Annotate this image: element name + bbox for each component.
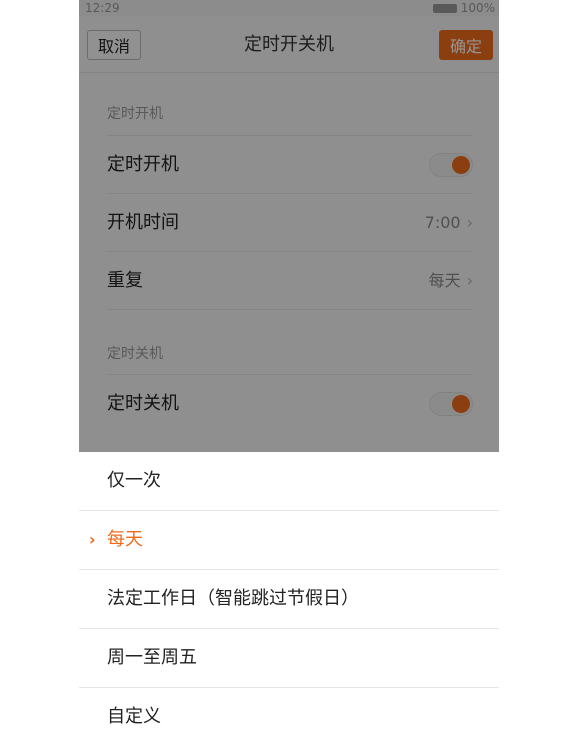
repeat-option-daily[interactable]: › 每天: [79, 511, 499, 570]
option-label: 每天: [107, 529, 143, 550]
chevron-right-icon: ›: [89, 530, 96, 549]
option-label: 周一至周五: [107, 647, 197, 668]
repeat-option-workdays[interactable]: 法定工作日（智能跳过节假日）: [79, 570, 499, 629]
repeat-option-once[interactable]: 仅一次: [79, 452, 499, 511]
repeat-bottom-sheet: 仅一次 › 每天 法定工作日（智能跳过节假日） 周一至周五 自定义: [79, 452, 499, 741]
dim-overlay[interactable]: [79, 0, 499, 452]
phone-screen: 12:29 100% 定时开关机 取消 确定 定时开机 定时开机 开机时间 7:…: [79, 0, 499, 741]
repeat-option-mon-fri[interactable]: 周一至周五: [79, 629, 499, 688]
option-label: 自定义: [107, 706, 161, 727]
option-label: 仅一次: [107, 470, 161, 491]
repeat-option-custom[interactable]: 自定义: [79, 688, 499, 741]
option-label: 法定工作日（智能跳过节假日）: [107, 588, 359, 609]
